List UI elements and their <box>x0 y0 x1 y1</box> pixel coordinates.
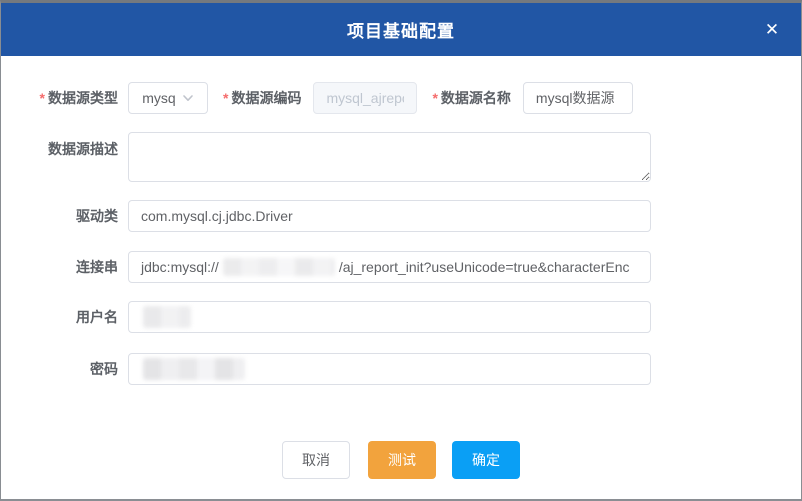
required-mark: * <box>432 90 437 106</box>
datasource-type-label: *数据源类型 <box>1 88 118 108</box>
datasource-code-input <box>313 82 417 114</box>
redacted-host-segment <box>223 258 335 276</box>
cancel-button[interactable]: 取消 <box>282 441 350 479</box>
form-row-connection: 连接串 jdbc:mysql:// /aj_report_init?useUni… <box>1 251 801 283</box>
driver-input[interactable] <box>128 200 651 232</box>
datasource-name-label: *数据源名称 <box>432 88 510 108</box>
form-row-basic: *数据源类型 mysq *数据源编码 *数据源名称 <box>1 82 801 114</box>
redacted-password-value <box>143 358 245 380</box>
required-mark: * <box>223 90 228 106</box>
close-icon[interactable]: ✕ <box>757 15 787 45</box>
driver-label: 驱动类 <box>1 206 118 226</box>
form-row-username: 用户名 <box>1 301 801 333</box>
password-label: 密码 <box>1 359 118 379</box>
required-mark: * <box>40 90 45 106</box>
datasource-name-input[interactable] <box>523 82 633 114</box>
dialog-footer: 取消 测试 确定 <box>1 441 801 479</box>
datasource-config-dialog: 项目基础配置 ✕ *数据源类型 mysq *数据源编码 *数据源名称 数据源描述… <box>0 0 802 501</box>
connection-input[interactable]: jdbc:mysql:// /aj_report_init?useUnicode… <box>128 251 651 283</box>
confirm-button[interactable]: 确定 <box>452 441 520 479</box>
datasource-type-select[interactable]: mysq <box>128 82 208 114</box>
form-row-password: 密码 <box>1 353 801 385</box>
datasource-type-value: mysq <box>142 90 175 106</box>
username-input[interactable] <box>128 301 651 333</box>
password-input[interactable] <box>128 353 651 385</box>
form-row-description: 数据源描述 <box>1 132 801 182</box>
datasource-code-label: *数据源编码 <box>223 88 301 108</box>
dialog-title: 项目基础配置 <box>347 17 455 42</box>
dialog-body: *数据源类型 mysq *数据源编码 *数据源名称 数据源描述 驱动类 连接串 … <box>1 56 801 479</box>
redacted-username-value <box>143 306 191 328</box>
connection-value-suffix: /aj_report_init?useUnicode=true&characte… <box>339 259 630 275</box>
connection-value-prefix: jdbc:mysql:// <box>141 259 219 275</box>
chevron-down-icon <box>182 92 194 104</box>
dialog-header: 项目基础配置 ✕ <box>1 3 801 56</box>
username-label: 用户名 <box>1 307 118 327</box>
form-row-driver: 驱动类 <box>1 200 801 232</box>
test-button[interactable]: 测试 <box>368 441 436 479</box>
description-label: 数据源描述 <box>1 139 118 159</box>
description-textarea[interactable] <box>128 132 651 182</box>
connection-label: 连接串 <box>1 257 118 277</box>
